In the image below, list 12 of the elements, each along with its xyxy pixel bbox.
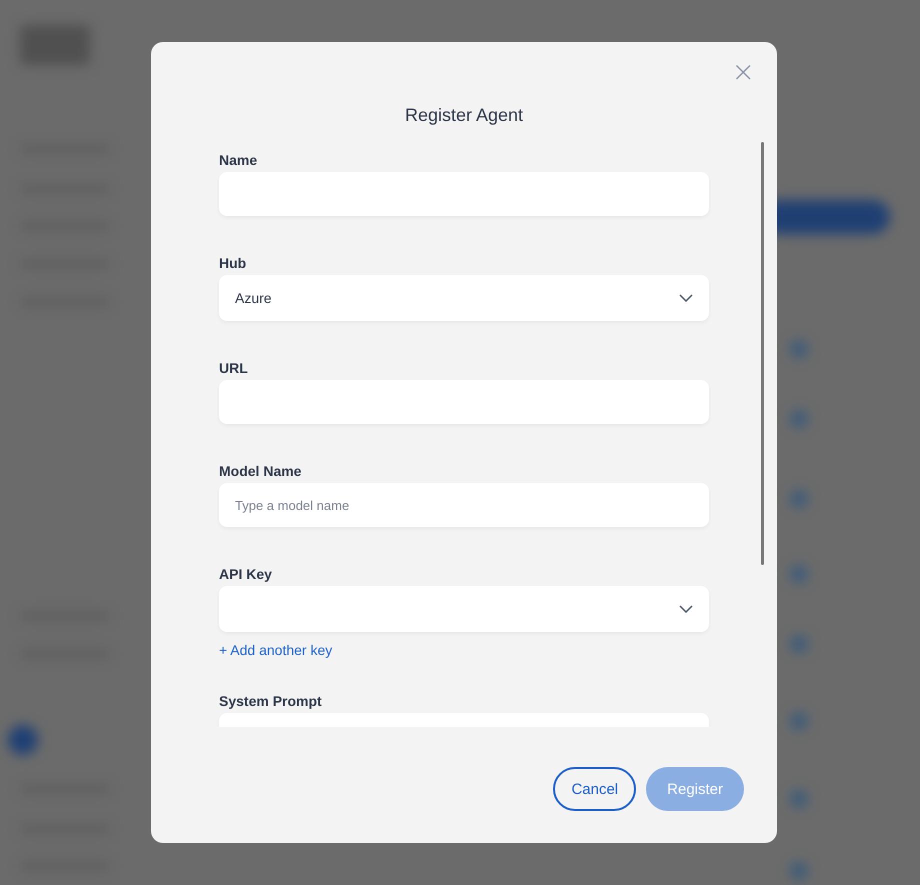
field-label: System Prompt: [219, 692, 323, 710]
field-label: URL: [219, 359, 249, 377]
field-label: Name: [219, 151, 258, 169]
field-label: API Key: [219, 565, 273, 583]
cancel-button[interactable]: Cancel: [553, 767, 636, 811]
select-field[interactable]: Azure: [219, 275, 709, 321]
close-button[interactable]: ×: [730, 58, 757, 86]
field-label: Model Name: [219, 462, 302, 480]
input-field[interactable]: Type a model name: [219, 483, 709, 527]
add-key-link[interactable]: + Add another key: [219, 642, 332, 658]
field-label: Hub: [219, 254, 248, 272]
dialog-title: Register Agent: [404, 104, 524, 127]
